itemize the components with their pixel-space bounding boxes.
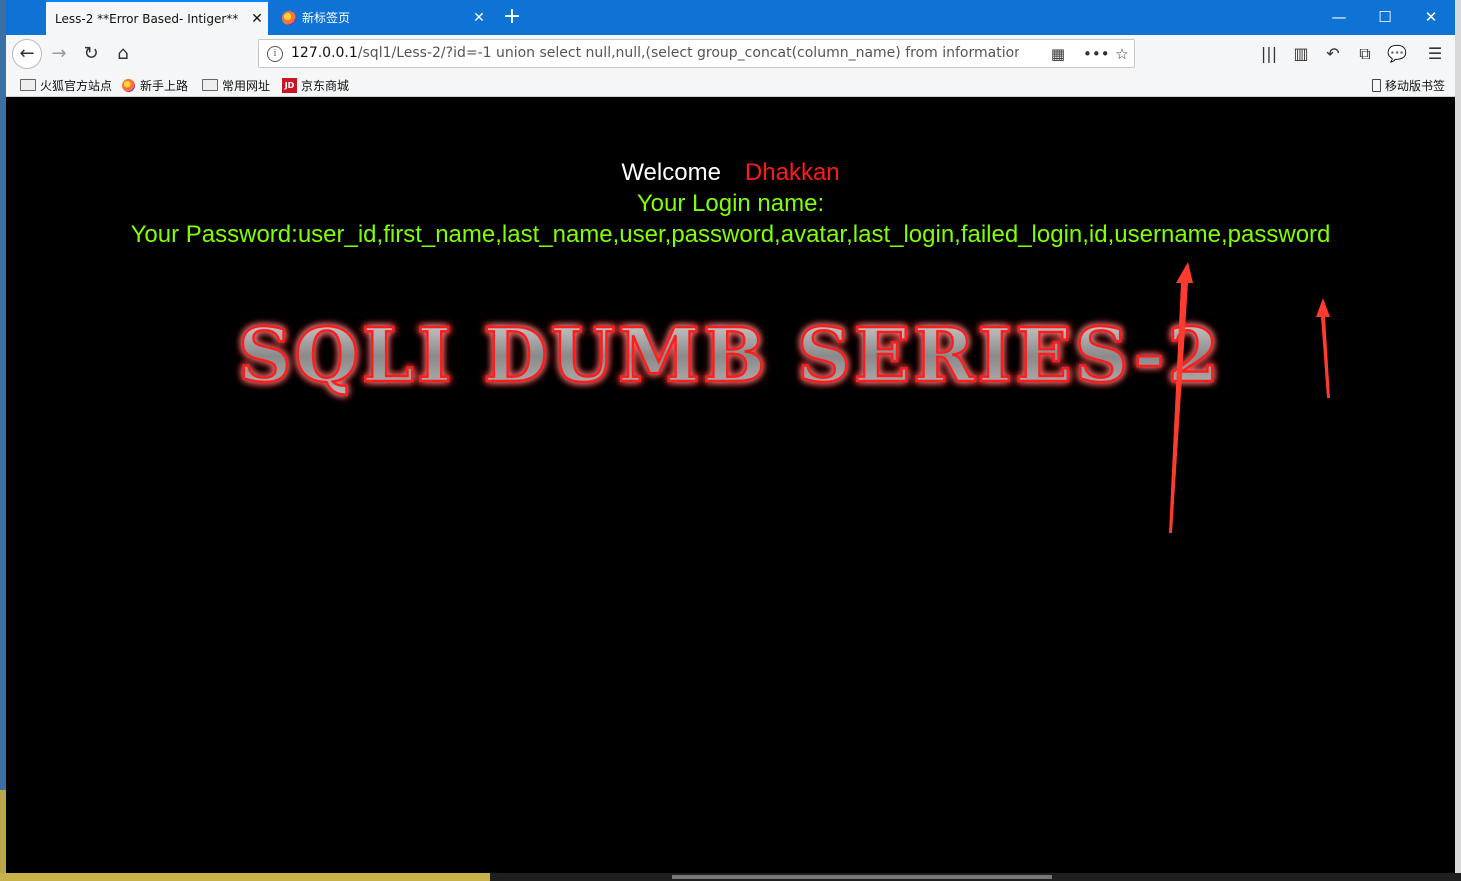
browser-window: Less-2 **Error Based- Intiger** ✕ 新标签页 ✕… [6,0,1455,873]
crop-icon[interactable]: ⧉ [1350,39,1380,69]
info-icon[interactable]: i [267,46,283,62]
bookmark-label: 京东商城 [301,78,350,93]
reload-icon[interactable]: ↻ [76,39,106,69]
forward-icon[interactable]: → [44,39,74,69]
undo-icon[interactable]: ↶ [1318,39,1348,69]
tab-title: Less-2 **Error Based- Intiger** [55,11,239,26]
bookmark-label: 移动版书签 [1385,78,1446,93]
annotation-arrows [1169,262,1330,533]
bookmark-common-sites[interactable]: 常用网址 [202,76,270,94]
url-path: /sql1/Less-2/?id=-1 union select null,nu… [357,45,1019,61]
new-tab-button[interactable]: + [500,4,524,30]
minimize-button[interactable]: — [1316,0,1362,35]
annotation-arrow-2 [1316,298,1330,398]
maximize-button[interactable]: ☐ [1362,0,1408,35]
firefox-icon [122,78,135,92]
bookmark-getting-started[interactable]: 新手上路 [122,76,188,94]
page-content: Welcome Dhakkan Your Login name: Your Pas… [6,97,1455,873]
bookmarks-toolbar: 火狐官方站点 新手上路 常用网址 JD 京东商城 移动版书签 [6,73,1455,97]
more-icon[interactable]: ••• [1083,43,1110,65]
close-icon[interactable]: ✕ [468,10,490,26]
url-bar[interactable]: i 127.0.0.1/sql1/Less-2/?id=-1 union sel… [258,39,1135,68]
taskbar-scroll-indicator [672,875,1052,879]
menu-icon[interactable]: ☰ [1420,39,1450,69]
tab-title: 新标签页 [302,11,351,25]
nav-toolbar: ← → ↻ ⌂ i 127.0.0.1/sql1/Less-2/?id=-1 u… [6,35,1455,73]
tab-less-2[interactable]: Less-2 **Error Based- Intiger** ✕ [46,0,268,35]
library-icon[interactable]: ||| [1254,39,1284,69]
chat-icon[interactable]: 💬 [1382,39,1412,69]
bookmark-label: 新手上路 [140,78,189,93]
bookmark-firefox-official[interactable]: 火狐官方站点 [20,76,112,94]
bookmark-jd[interactable]: JD 京东商城 [282,76,349,94]
mobile-bookmarks[interactable]: 移动版书签 [1372,76,1445,94]
close-window-button[interactable]: ✕ [1408,0,1454,35]
back-icon[interactable]: ← [12,39,42,69]
home-icon[interactable]: ⌂ [108,39,138,69]
folder-icon [20,79,36,91]
qr-icon[interactable]: ▦ [1047,43,1069,65]
tab-new-tab[interactable]: 新标签页 ✕ [274,0,490,35]
annotation-arrow-1 [1169,262,1193,533]
url-text[interactable]: 127.0.0.1/sql1/Less-2/?id=-1 union selec… [291,45,1019,61]
taskbar-strip [0,873,1461,881]
bookmark-label: 常用网址 [222,78,271,93]
desktop-right-edge [1455,0,1461,881]
taskbar-segment [0,873,490,881]
bookmark-label: 火狐官方站点 [40,78,113,93]
url-host: 127.0.0.1 [291,45,358,61]
sidebar-icon[interactable]: ▥ [1286,39,1316,69]
phone-icon [1372,78,1381,92]
firefox-icon [282,10,296,25]
close-icon[interactable]: ✕ [246,11,268,27]
folder-icon [202,79,218,91]
jd-icon: JD [282,77,297,93]
tab-strip: Less-2 **Error Based- Intiger** ✕ 新标签页 ✕… [6,0,1455,35]
star-icon[interactable]: ☆ [1111,43,1133,65]
